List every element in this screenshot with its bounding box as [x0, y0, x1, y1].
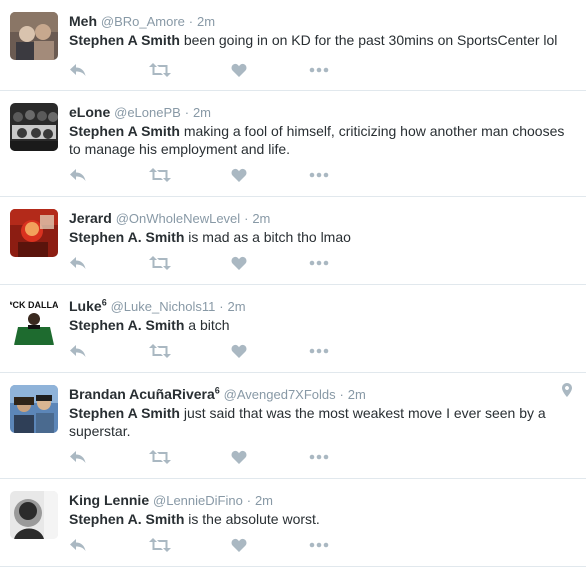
tweet-text: Stephen A Smith just said that was the m… [69, 404, 569, 440]
separator-dot: · [244, 211, 249, 226]
tweet-item[interactable]: F*CK DALLAS Luke6 @Luke_Nichols11 · 2m S… [0, 285, 586, 373]
tweet-text-rest: is mad as a bitch tho lmao [184, 229, 351, 245]
location-pin-icon[interactable] [562, 383, 572, 402]
heart-icon[interactable] [231, 449, 247, 465]
tweet-timeline: Meh @BRo_Amore · 2m Stephen A Smith been… [0, 0, 586, 571]
tweet-text: Stephen A. Smith a bitch [69, 316, 569, 334]
more-icon[interactable] [309, 167, 329, 183]
more-icon[interactable] [309, 343, 329, 359]
tweet-actions [69, 167, 349, 183]
user-handle[interactable]: @Luke_Nichols11 [111, 299, 216, 314]
separator-dot: · [184, 105, 190, 120]
heart-icon[interactable] [231, 343, 247, 359]
tweet-text-rest: is the absolute worst. [184, 511, 320, 527]
separator-dot: · [188, 14, 194, 29]
heart-icon[interactable] [231, 167, 247, 183]
retweet-icon[interactable] [149, 167, 171, 183]
tweet-item[interactable]: Meh @BRo_Amore · 2m Stephen A Smith been… [0, 0, 586, 91]
tweet-header: Luke6 @Luke_Nichols11 · 2m [69, 297, 246, 316]
retweet-icon[interactable] [149, 537, 171, 553]
more-icon[interactable] [309, 449, 329, 465]
user-name[interactable]: Meh [69, 13, 97, 29]
more-icon[interactable] [309, 537, 329, 553]
retweet-icon[interactable] [149, 449, 171, 465]
retweet-icon[interactable] [149, 343, 171, 359]
mention-text: Stephen A. Smith [69, 317, 185, 333]
user-name[interactable]: eLone [69, 104, 110, 120]
tweet-text: Stephen A. Smith is the absolute worst. [69, 510, 569, 528]
user-handle[interactable]: @BRo_Amore [101, 14, 185, 29]
tweet-timestamp[interactable]: 2m [197, 14, 215, 29]
tweet-item[interactable]: King Lennie @LennieDiFino · 2m Stephen A… [0, 479, 586, 567]
reply-icon[interactable] [69, 449, 87, 465]
tweet-actions [69, 343, 349, 359]
tweet-actions [69, 255, 349, 271]
separator-dot: · [219, 299, 224, 314]
mention-text: Stephen A. Smith [69, 229, 185, 245]
tweet-item[interactable]: eLone @eLonePB · 2m Stephen A Smith maki… [0, 91, 586, 197]
tweet-timestamp[interactable]: 2m [193, 105, 211, 120]
tweet-actions [69, 62, 349, 78]
tweet-header: Brandan AcuñaRivera6 @Avenged7XFolds · 2… [69, 385, 366, 404]
reply-icon[interactable] [69, 167, 87, 183]
separator-dot: · [339, 387, 344, 402]
user-name[interactable]: King Lennie [69, 492, 149, 508]
avatar[interactable] [10, 385, 58, 433]
name-superscript: 6 [101, 297, 107, 308]
tweet-timestamp[interactable]: 2m [348, 387, 366, 402]
user-name[interactable]: Brandan AcuñaRivera [69, 386, 215, 402]
tweet-actions [69, 449, 349, 465]
user-name[interactable]: Jerard [69, 210, 112, 226]
tweet-actions [69, 537, 349, 553]
avatar-logo-text: F*CK DALLAS [10, 300, 58, 310]
reply-icon[interactable] [69, 343, 87, 359]
user-handle[interactable]: @Avenged7XFolds [224, 387, 336, 402]
tweet-item[interactable]: Jerard @OnWholeNewLevel · 2m Stephen A. … [0, 197, 586, 285]
avatar[interactable] [10, 103, 58, 151]
user-name[interactable]: Luke [69, 298, 102, 314]
avatar[interactable] [10, 491, 58, 539]
tweet-item[interactable]: Brandan AcuñaRivera6 @Avenged7XFolds · 2… [0, 373, 586, 479]
more-icon[interactable] [309, 62, 329, 78]
tweet-text: Stephen A. Smith is mad as a bitch tho l… [69, 228, 569, 246]
separator-dot: · [246, 493, 252, 508]
tweet-header: King Lennie @LennieDiFino · 2m [69, 491, 273, 510]
tweet-text-rest: been going in on KD for the past 30mins … [179, 32, 558, 48]
user-handle[interactable]: @LennieDiFino [153, 493, 243, 508]
mention-text: Stephen A Smith [69, 123, 180, 139]
tweet-text-rest: a bitch [184, 317, 230, 333]
tweet-timestamp[interactable]: 2m [227, 299, 245, 314]
tweet-header: Meh @BRo_Amore · 2m [69, 12, 215, 31]
mention-text: Stephen A Smith [69, 405, 180, 421]
avatar[interactable] [10, 209, 58, 257]
tweet-timestamp[interactable]: 2m [255, 493, 273, 508]
name-superscript: 6 [214, 385, 220, 396]
heart-icon[interactable] [231, 537, 247, 553]
mention-text: Stephen A. Smith [69, 511, 185, 527]
user-handle[interactable]: @eLonePB [114, 105, 181, 120]
heart-icon[interactable] [231, 255, 247, 271]
tweet-timestamp[interactable]: 2m [252, 211, 270, 226]
avatar[interactable] [10, 12, 58, 60]
mention-text: Stephen A Smith [69, 32, 180, 48]
tweet-text: Stephen A Smith making a fool of himself… [69, 122, 569, 158]
tweet-header: eLone @eLonePB · 2m [69, 103, 211, 122]
retweet-icon[interactable] [149, 255, 171, 271]
user-handle[interactable]: @OnWholeNewLevel [116, 211, 240, 226]
heart-icon[interactable] [231, 62, 247, 78]
tweet-header: Jerard @OnWholeNewLevel · 2m [69, 209, 270, 228]
more-icon[interactable] [309, 255, 329, 271]
retweet-icon[interactable] [149, 62, 171, 78]
tweet-text: Stephen A Smith been going in on KD for … [69, 31, 569, 49]
reply-icon[interactable] [69, 255, 87, 271]
reply-icon[interactable] [69, 537, 87, 553]
reply-icon[interactable] [69, 62, 87, 78]
avatar[interactable]: F*CK DALLAS [10, 297, 58, 345]
